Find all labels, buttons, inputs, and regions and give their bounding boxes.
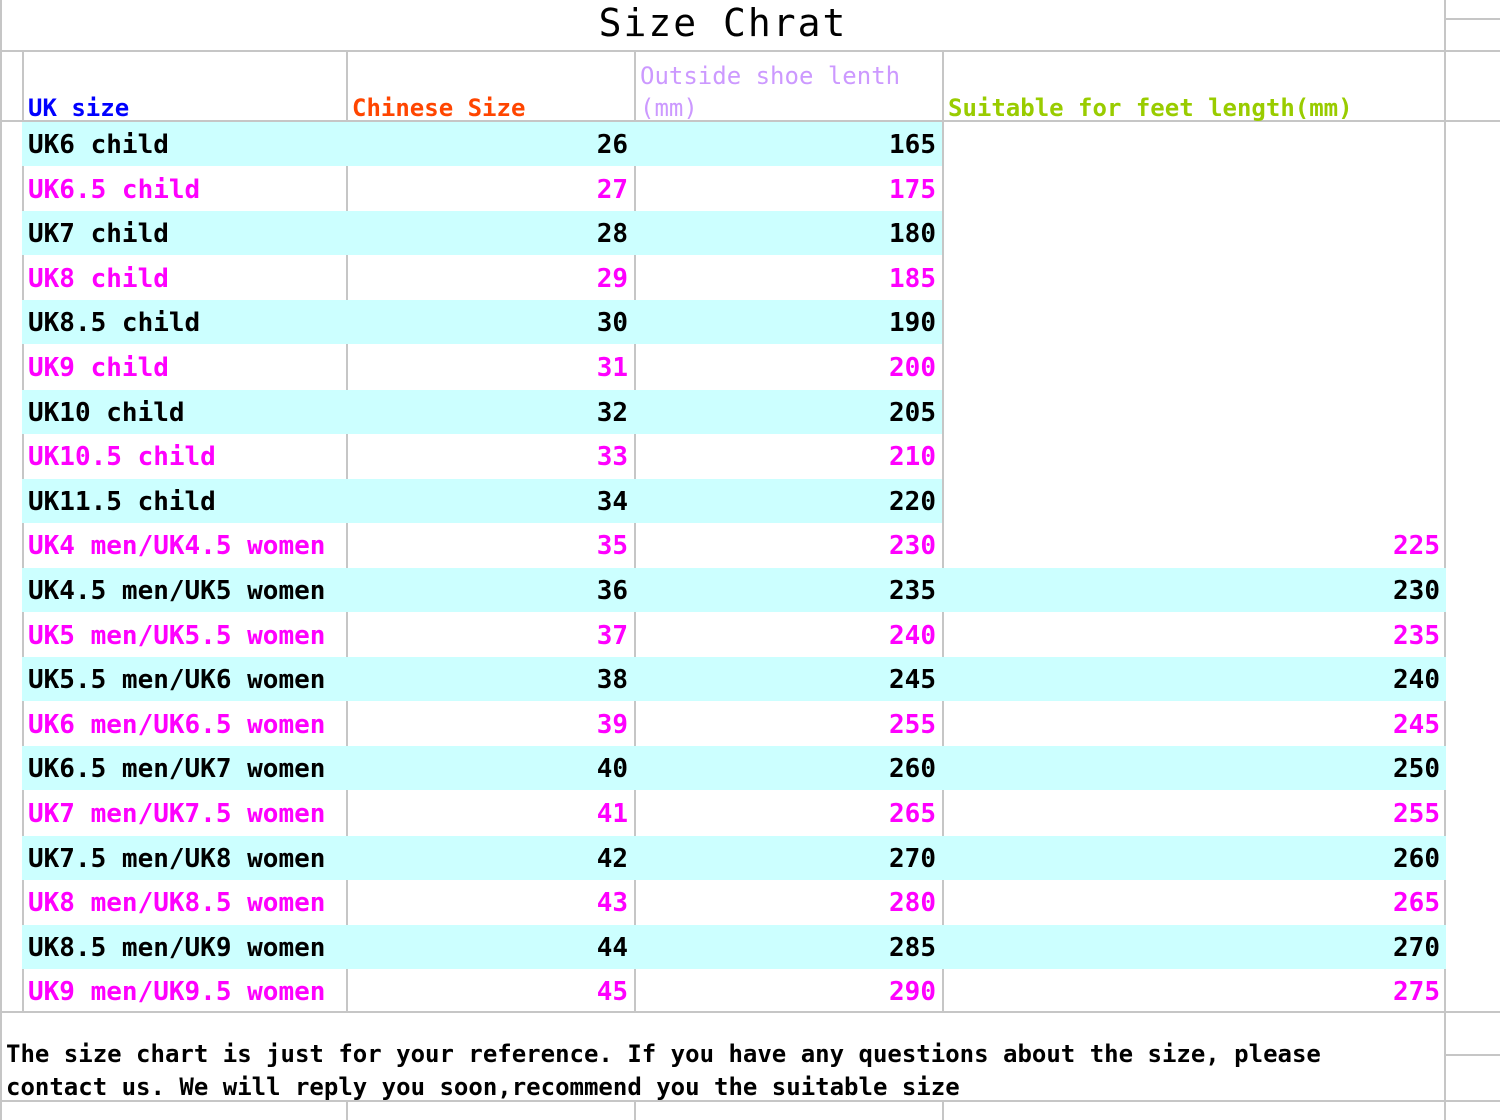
reference-note: The size chart is just for your referenc… <box>6 1040 1321 1101</box>
outside-length-cell: 270 <box>889 843 936 874</box>
chinese-size-cell: 36 <box>596 576 628 606</box>
uk-size-cell: UK8.5 child <box>28 308 201 339</box>
outside-length-cell: 290 <box>889 977 936 1008</box>
uk-size-cell: UK4 men/UK4.5 women <box>28 531 326 562</box>
feet-length-cell: 235 <box>1393 620 1440 651</box>
uk-size-cell: UK6.5 men/UK7 women <box>28 754 326 785</box>
chinese-size-cell: 27 <box>596 174 628 205</box>
outside-length-cell: 265 <box>889 799 936 829</box>
feet-length-cell: 225 <box>1393 531 1440 562</box>
feet-length-cell <box>944 345 1440 389</box>
uk-size-cell: UK10 child <box>28 397 185 428</box>
chinese-size-cell: 43 <box>596 888 628 919</box>
grid-line <box>0 50 1500 52</box>
feet-length-cell: 260 <box>1393 843 1440 874</box>
chinese-size-cell: 38 <box>596 665 628 696</box>
outside-length-cell: 220 <box>889 486 936 517</box>
feet-length-cell: 255 <box>1393 799 1440 829</box>
chinese-size-cell: 33 <box>596 442 628 473</box>
chinese-size-cell: 34 <box>596 486 628 517</box>
feet-length-cell: 250 <box>1393 754 1440 785</box>
chinese-size-cell: 37 <box>596 620 628 651</box>
outside-length-cell: 190 <box>889 308 936 339</box>
chinese-size-cell: 42 <box>596 843 628 874</box>
feet-length-cell: 265 <box>1393 888 1440 919</box>
feet-length-cell <box>944 434 1440 478</box>
feet-length-cell <box>944 167 1440 211</box>
chinese-size-cell: 44 <box>596 932 628 963</box>
chinese-size-cell: 26 <box>596 130 628 160</box>
uk-size-cell: UK6.5 child <box>28 174 201 205</box>
grid-line <box>1446 18 1500 20</box>
chinese-size-cell: 45 <box>596 977 628 1008</box>
outside-length-cell: 235 <box>889 576 936 606</box>
uk-size-cell: UK7 child <box>28 219 169 250</box>
outside-length-cell: 280 <box>889 888 936 919</box>
feet-length-cell <box>944 122 1440 166</box>
uk-size-cell: UK10.5 child <box>28 442 216 473</box>
uk-size-cell: UK11.5 child <box>28 486 216 517</box>
uk-size-cell: UK7 men/UK7.5 women <box>28 799 326 829</box>
outside-length-cell: 285 <box>889 932 936 963</box>
chinese-size-cell: 35 <box>596 531 628 562</box>
feet-length-cell: 245 <box>1393 709 1440 740</box>
uk-size-cell: UK8.5 men/UK9 women <box>28 932 326 963</box>
uk-size-cell: UK5.5 men/UK6 women <box>28 665 326 696</box>
feet-length-cell <box>944 211 1440 255</box>
uk-size-cell: UK6 men/UK6.5 women <box>28 709 326 740</box>
header-uk-size: UK size <box>28 94 130 122</box>
chart-title: Size Chrat <box>598 1 848 45</box>
feet-length-cell: 230 <box>1393 576 1440 606</box>
feet-length-cell: 240 <box>1393 665 1440 696</box>
outside-length-cell: 205 <box>889 397 936 428</box>
outside-length-cell: 175 <box>889 174 936 205</box>
grid-line <box>1446 1054 1500 1056</box>
outside-length-cell: 260 <box>889 754 936 785</box>
chinese-size-cell: 39 <box>596 709 628 740</box>
feet-length-cell <box>944 479 1440 523</box>
chinese-size-cell: 41 <box>596 799 628 829</box>
feet-length-cell <box>944 256 1440 300</box>
chinese-size-cell: 30 <box>596 308 628 339</box>
outside-length-cell: 180 <box>889 219 936 250</box>
outside-length-cell: 200 <box>889 353 936 383</box>
outside-length-cell: 255 <box>889 709 936 740</box>
uk-size-cell: UK6 child <box>28 130 169 160</box>
uk-size-cell: UK4.5 men/UK5 women <box>28 576 326 606</box>
uk-size-cell: UK8 men/UK8.5 women <box>28 888 326 919</box>
outside-length-cell: 165 <box>889 130 936 160</box>
header-outside-length: Outside shoe lenth (mm) <box>640 62 901 122</box>
feet-length-cell <box>944 390 1440 434</box>
uk-size-cell: UK8 child <box>28 263 169 294</box>
feet-length-cell: 270 <box>1393 932 1440 963</box>
feet-length-cell <box>944 300 1440 344</box>
header-chinese-size: Chinese Size <box>352 94 526 122</box>
uk-size-cell: UK9 child <box>28 353 169 383</box>
outside-length-cell: 240 <box>889 620 936 651</box>
chinese-size-cell: 29 <box>596 263 628 294</box>
outside-length-cell: 210 <box>889 442 936 473</box>
grid-line <box>0 0 2 1120</box>
outside-length-cell: 245 <box>889 665 936 696</box>
outside-length-cell: 230 <box>889 531 936 562</box>
chinese-size-cell: 28 <box>596 219 628 250</box>
outside-length-cell: 185 <box>889 263 936 294</box>
feet-length-cell: 275 <box>1393 977 1440 1008</box>
chinese-size-cell: 40 <box>596 754 628 785</box>
uk-size-cell: UK9 men/UK9.5 women <box>28 977 326 1008</box>
chinese-size-cell: 32 <box>596 397 628 428</box>
chinese-size-cell: 31 <box>596 353 628 383</box>
uk-size-cell: UK7.5 men/UK8 women <box>28 843 326 874</box>
uk-size-cell: UK5 men/UK5.5 women <box>28 620 326 651</box>
header-feet-length: Suitable for feet length(mm) <box>948 94 1353 122</box>
